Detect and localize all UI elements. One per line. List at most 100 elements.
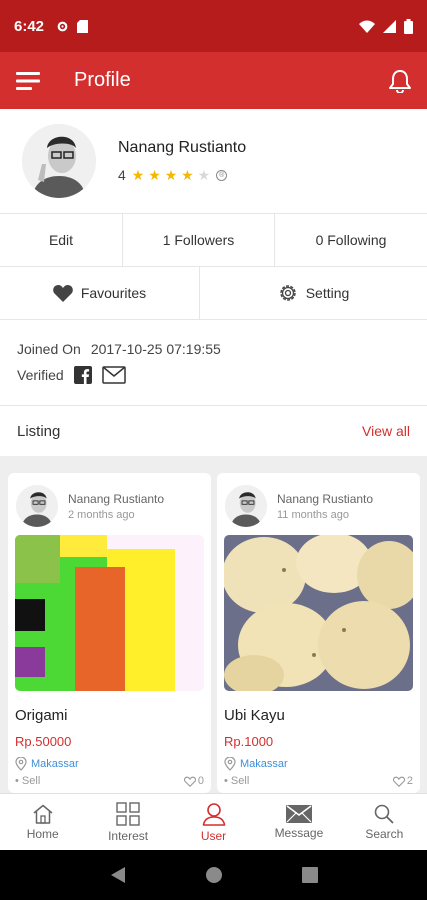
favourites-button[interactable]: Favourites: [0, 267, 200, 319]
nav-search[interactable]: Search: [342, 794, 427, 850]
page-title: Profile: [74, 69, 131, 91]
avatar[interactable]: [22, 124, 96, 198]
star-icon: ★: [131, 166, 145, 183]
actions-row: Favourites Setting: [0, 267, 427, 320]
listing-type-label: Sell: [21, 775, 41, 787]
star-rating: ★ ★ ★ ★ ★: [132, 167, 210, 184]
app-bar: Profile: [0, 52, 427, 109]
mail-icon: [285, 804, 312, 823]
nav-interest[interactable]: Interest: [85, 794, 170, 850]
like-count-value: 2: [406, 775, 413, 787]
card-footer: • Sell 0: [15, 775, 204, 787]
card-timestamp: 11 months ago: [277, 508, 349, 521]
nav-user[interactable]: User: [171, 794, 256, 850]
rating-value: 4: [118, 167, 126, 183]
profile-name: Nanang Rustianto: [118, 138, 247, 156]
joined-label: Joined On: [17, 341, 81, 357]
home-circle-icon[interactable]: [205, 866, 223, 884]
search-icon: [375, 804, 394, 824]
card-timestamp: 2 months ago: [68, 508, 135, 521]
wifi-icon: [359, 20, 375, 33]
listing-type-label: Sell: [230, 775, 250, 787]
heart-outline-icon: [392, 776, 405, 787]
star-icon: ★: [181, 166, 194, 183]
listing-type: • Sell: [15, 775, 41, 787]
listing-location: Makassar: [15, 757, 204, 771]
location-pin-icon: [224, 757, 236, 771]
setting-label: Setting: [305, 285, 350, 301]
card-username: Nanang Rustianto: [277, 491, 374, 506]
view-all-link[interactable]: View all: [362, 423, 410, 439]
email-icon: [101, 366, 126, 384]
heart-icon: [52, 284, 73, 302]
user-icon: [202, 802, 225, 826]
heart-outline-icon: [183, 776, 196, 787]
listing-title: Origami: [15, 707, 68, 724]
nav-home-label: Home: [26, 826, 59, 841]
nav-search-label: Search: [365, 826, 404, 841]
card-header: Nanang Rustianto 11 months ago: [217, 473, 420, 529]
nav-message-label: Message: [274, 825, 324, 840]
account-meta: Joined On 2017-10-25 07:19:55 Verified: [0, 320, 427, 406]
profile-header: Nanang Rustianto 4 ★ ★ ★ ★ ★ ®: [0, 109, 427, 213]
listing-header: Listing View all: [0, 406, 427, 456]
star-empty-icon: ★: [197, 166, 211, 183]
menu-icon[interactable]: [16, 71, 40, 90]
listing-image[interactable]: [15, 535, 204, 691]
facebook-icon: [73, 366, 92, 384]
followers-button[interactable]: 1 Followers: [123, 214, 275, 266]
recents-icon[interactable]: [301, 867, 318, 883]
listing-title: Ubi Kayu: [224, 707, 285, 724]
nav-interest-label: Interest: [108, 828, 149, 843]
star-icon: ★: [148, 166, 161, 183]
bottom-nav: Home Interest User Message Search: [0, 793, 427, 850]
listing-card[interactable]: Nanang Rustianto 2 months ago Origami Rp…: [8, 473, 211, 793]
info-icon[interactable]: ®: [216, 169, 228, 181]
card-meta: Nanang Rustianto 2 months ago: [68, 492, 164, 521]
location-label: Makassar: [240, 758, 288, 770]
listing-location: Makassar: [224, 757, 413, 771]
sd-card-status-icon: [77, 19, 89, 33]
grid-icon: [116, 801, 140, 826]
system-nav-bar: [0, 850, 427, 900]
like-count[interactable]: 2: [392, 775, 413, 787]
battery-icon: [404, 18, 413, 34]
card-username: Nanang Rustianto: [68, 491, 165, 506]
settings-status-icon: [57, 21, 68, 31]
rating-row: 4 ★ ★ ★ ★ ★ ®: [118, 167, 246, 184]
star-icon: ★: [164, 166, 178, 183]
avatar: [225, 485, 267, 527]
verified-row: Verified: [17, 362, 410, 388]
back-icon[interactable]: [110, 866, 126, 884]
joined-row: Joined On 2017-10-25 07:19:55: [17, 336, 410, 362]
card-meta: Nanang Rustianto 11 months ago: [277, 492, 373, 521]
signal-icon: [383, 19, 396, 33]
location-pin-icon: [15, 757, 27, 771]
stats-row: Edit 1 Followers 0 Following: [0, 213, 427, 267]
joined-value: 2017-10-25 07:19:55: [90, 341, 221, 357]
card-header: Nanang Rustianto 2 months ago: [8, 473, 211, 529]
nav-user-label: User: [200, 828, 227, 843]
profile-info: Nanang Rustianto 4 ★ ★ ★ ★ ★ ®: [118, 139, 246, 184]
listing-image[interactable]: [224, 535, 413, 691]
favourites-label: Favourites: [80, 285, 147, 301]
status-time: 6:42: [14, 17, 45, 35]
avatar: [16, 485, 58, 527]
listing-label: Listing: [17, 422, 61, 440]
card-footer: • Sell 2: [224, 775, 413, 787]
edit-button[interactable]: Edit: [0, 214, 123, 266]
nav-home[interactable]: Home: [0, 794, 85, 850]
gear-icon: [279, 285, 296, 301]
like-count-value: 0: [197, 775, 204, 787]
location-label: Makassar: [31, 758, 79, 770]
like-count[interactable]: 0: [183, 775, 204, 787]
setting-button[interactable]: Setting: [200, 267, 427, 319]
nav-message[interactable]: Message: [256, 794, 341, 850]
following-button[interactable]: 0 Following: [275, 214, 427, 266]
notification-bell-icon[interactable]: [389, 69, 411, 93]
listing-price: Rp.50000: [15, 734, 72, 749]
listing-card[interactable]: Nanang Rustianto 11 months ago Ubi Kayu …: [217, 473, 420, 793]
verified-label: Verified: [17, 367, 64, 383]
listing-price: Rp.1000: [224, 734, 274, 749]
listing-type: • Sell: [224, 775, 250, 787]
